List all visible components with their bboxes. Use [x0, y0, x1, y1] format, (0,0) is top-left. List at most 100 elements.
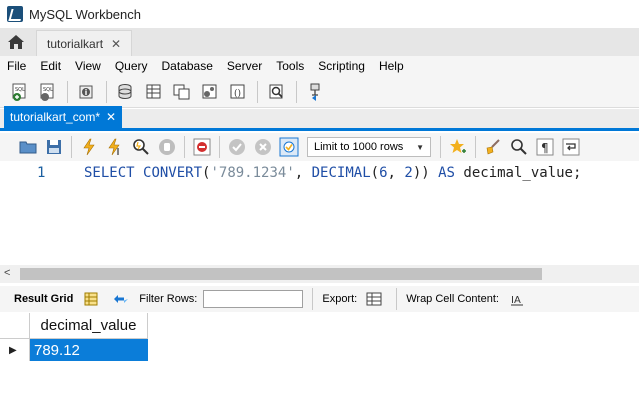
new-sql-file-icon: SQL	[12, 83, 26, 101]
inspector-button[interactable]	[75, 80, 99, 104]
create-view-button[interactable]	[170, 80, 194, 104]
menu-help[interactable]: Help	[372, 59, 411, 73]
editor-tab-bar: tutorialkart_com* ✕	[0, 106, 639, 131]
sql-number-scale: 2	[404, 165, 413, 181]
row-indicator-icon: ▶	[0, 339, 30, 361]
wrap-lines-icon	[562, 138, 580, 156]
sql-editor[interactable]: 1 SELECT CONVERT('789.1234', DECIMAL(6, …	[0, 161, 639, 265]
sql-code-line[interactable]: SELECT CONVERT('789.1234', DECIMAL(6, 2)…	[84, 165, 581, 181]
home-button[interactable]	[0, 28, 32, 56]
menu-view[interactable]: View	[68, 59, 108, 73]
explain-button[interactable]	[129, 135, 153, 159]
menu-scripting[interactable]: Scripting	[311, 59, 372, 73]
view-icon	[173, 84, 190, 99]
menu-database[interactable]: Database	[155, 59, 220, 73]
info-icon	[79, 85, 93, 98]
table-row[interactable]: ▶ 789.12	[0, 339, 148, 361]
sql-number-precision: 6	[379, 165, 388, 181]
toolbar-separator	[184, 136, 185, 158]
search-table-icon	[269, 84, 283, 98]
filter-rows-input[interactable]	[203, 290, 304, 308]
wrap-cell-content-button[interactable]: IA	[505, 287, 529, 311]
toolbar-separator	[71, 136, 72, 158]
create-procedure-button[interactable]	[198, 80, 222, 104]
menu-query[interactable]: Query	[108, 59, 155, 73]
create-schema-button[interactable]	[114, 80, 138, 104]
result-toolbar: Result Grid Filter Rows: Export: Wrap Ce…	[0, 286, 639, 312]
grid-view-button[interactable]	[79, 287, 103, 311]
editor-tab-label: tutorialkart_com*	[10, 110, 101, 124]
window-title: MySQL Workbench	[29, 6, 141, 22]
open-file-button[interactable]	[16, 135, 40, 159]
add-snippet-button[interactable]	[446, 135, 470, 159]
stop-button[interactable]	[155, 135, 179, 159]
refresh-icon	[114, 295, 129, 303]
find-replace-button[interactable]	[507, 135, 531, 159]
menu-tools[interactable]: Tools	[269, 59, 311, 73]
toggle-invisible-chars-button[interactable]: ¶	[533, 135, 557, 159]
result-grid: decimal_value ▶ 789.12	[0, 313, 639, 400]
editor-tab[interactable]: tutorialkart_com* ✕	[4, 106, 123, 128]
toggle-stop-on-error-button[interactable]	[190, 135, 214, 159]
toolbar-separator	[396, 288, 398, 310]
scrollbar-thumb[interactable]	[20, 268, 542, 280]
reconnect-button[interactable]	[304, 80, 328, 104]
close-icon[interactable]: ✕	[111, 37, 121, 51]
database-icon	[118, 83, 132, 99]
export-button[interactable]	[363, 287, 387, 311]
create-table-button[interactable]	[142, 80, 166, 104]
toggle-wrap-lines-button[interactable]	[559, 135, 583, 159]
menu-file[interactable]: File	[0, 59, 33, 73]
autocommit-icon	[279, 137, 299, 157]
sql-comma: ,	[294, 165, 312, 181]
save-button[interactable]	[42, 135, 66, 159]
svg-text:IA: IA	[511, 295, 521, 306]
table-icon	[146, 84, 161, 98]
svg-text:¶: ¶	[541, 141, 549, 155]
lightning-icon	[83, 138, 95, 156]
execute-button[interactable]	[77, 135, 101, 159]
search-icon	[511, 139, 527, 155]
sql-editor-toolbar: Limit to 1000 rows ▼ ¶	[0, 133, 639, 161]
row-limit-select[interactable]: Limit to 1000 rows ▼	[307, 137, 431, 157]
sql-type-decimal: DECIMAL	[311, 165, 371, 181]
menu-server[interactable]: Server	[220, 59, 269, 73]
menu-edit[interactable]: Edit	[33, 59, 68, 73]
table-cell[interactable]: 789.12	[30, 339, 148, 361]
svg-text:SQL: SQL	[15, 87, 25, 93]
new-sql-tab-button[interactable]: SQL	[8, 80, 32, 104]
connection-tab[interactable]: tutorialkart ✕	[36, 30, 133, 56]
rollback-button[interactable]	[251, 135, 275, 159]
autocommit-toggle-button[interactable]	[277, 135, 301, 159]
export-label: Export:	[322, 293, 358, 305]
reconnect-icon	[310, 83, 320, 101]
refresh-button[interactable]	[109, 287, 133, 311]
broom-icon	[486, 139, 500, 155]
beautify-button[interactable]	[481, 135, 505, 159]
close-icon[interactable]: ✕	[106, 110, 116, 124]
grid-corner	[0, 313, 30, 339]
main-toolbar: SQL SQL ()	[0, 76, 639, 108]
star-plus-icon	[450, 139, 466, 153]
toolbar-separator	[67, 80, 68, 103]
execute-current-button[interactable]	[103, 135, 127, 159]
create-function-button[interactable]: ()	[226, 80, 250, 104]
sql-string-literal: '789.1234'	[210, 165, 295, 181]
sql-close-parens: ))	[412, 165, 430, 181]
toolbar-separator	[257, 80, 258, 103]
open-sql-script-button[interactable]: SQL	[36, 80, 60, 104]
toolbar-separator	[440, 136, 441, 158]
folder-icon	[19, 141, 37, 154]
commit-button[interactable]	[225, 135, 249, 159]
editor-horizontal-scrollbar[interactable]: <	[0, 265, 639, 283]
wrap-text-icon: IA	[510, 295, 523, 306]
search-table-data-button[interactable]	[265, 80, 289, 104]
result-grid-label[interactable]: Result Grid	[14, 293, 73, 305]
menu-bar: File Edit View Query Database Server Too…	[0, 56, 639, 76]
connection-tab-label: tutorialkart	[47, 36, 104, 51]
grid-header-row: decimal_value	[0, 313, 148, 339]
column-header-decimal-value[interactable]: decimal_value	[30, 313, 148, 339]
scroll-left-icon[interactable]: <	[4, 267, 10, 279]
check-circle-icon	[229, 139, 245, 155]
stop-hand-icon	[159, 139, 175, 155]
